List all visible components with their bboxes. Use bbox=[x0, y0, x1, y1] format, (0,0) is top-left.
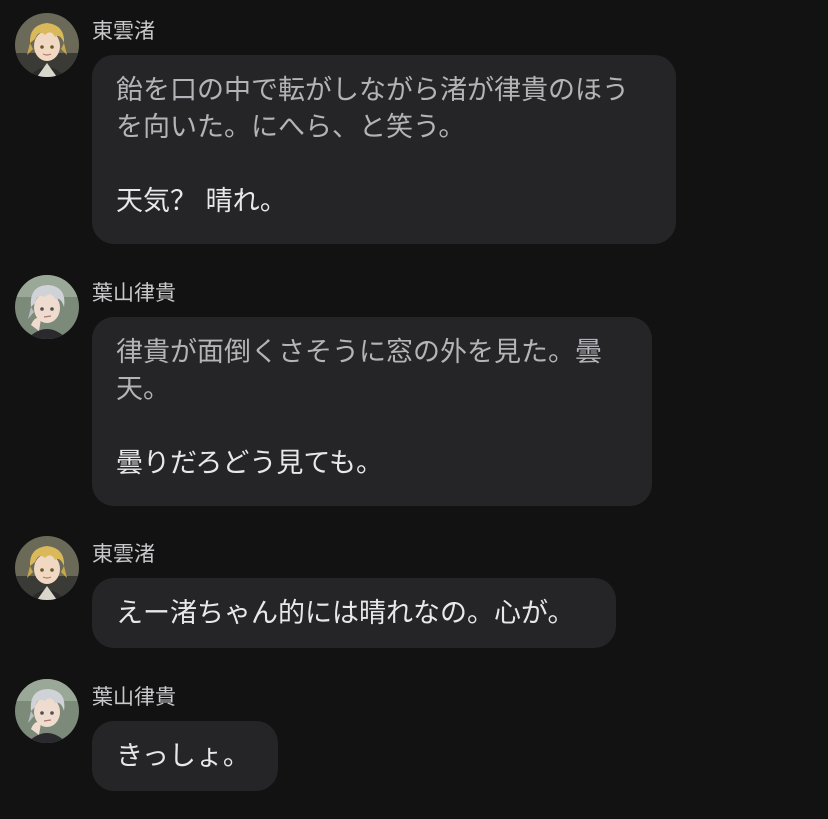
nagisa-avatar[interactable] bbox=[15, 536, 79, 600]
nagisa-avatar[interactable] bbox=[15, 13, 79, 77]
narration-line: 律貴が面倒くさそうに窓の外を見た。曇 bbox=[116, 337, 602, 368]
speech-line: えー渚ちゃん的には晴れなの。心が。 bbox=[116, 598, 575, 629]
ritsuki-avatar[interactable] bbox=[15, 679, 79, 743]
speech-line: きっしょ。 bbox=[116, 741, 250, 772]
message-bubble[interactable]: 飴を口の中で転がしながら渚が律貴のほう を向いた。にへら、と笑う。 天気？ 晴れ… bbox=[92, 55, 676, 244]
speech-line: 天気？ 晴れ。 bbox=[116, 186, 287, 217]
message-bubble[interactable]: きっしょ。 bbox=[92, 721, 278, 791]
narration-line: 飴を口の中で転がしながら渚が律貴のほう bbox=[116, 75, 629, 106]
speech-line: 曇りだろどう見ても。 bbox=[116, 448, 384, 479]
sender-name: 葉山律貴 bbox=[92, 281, 176, 305]
sender-name: 東雲渚 bbox=[92, 542, 155, 566]
ritsuki-avatar[interactable] bbox=[15, 275, 79, 339]
message-bubble[interactable]: 律貴が面倒くさそうに窓の外を見た。曇 天。 曇りだろどう見ても。 bbox=[92, 317, 652, 506]
narration-line: を向いた。にへら、と笑う。 bbox=[116, 112, 466, 143]
sender-name: 葉山律貴 bbox=[92, 685, 176, 709]
message-bubble[interactable]: えー渚ちゃん的には晴れなの。心が。 bbox=[92, 578, 616, 648]
sender-name: 東雲渚 bbox=[92, 19, 155, 43]
narration-line: 天。 bbox=[116, 374, 170, 405]
